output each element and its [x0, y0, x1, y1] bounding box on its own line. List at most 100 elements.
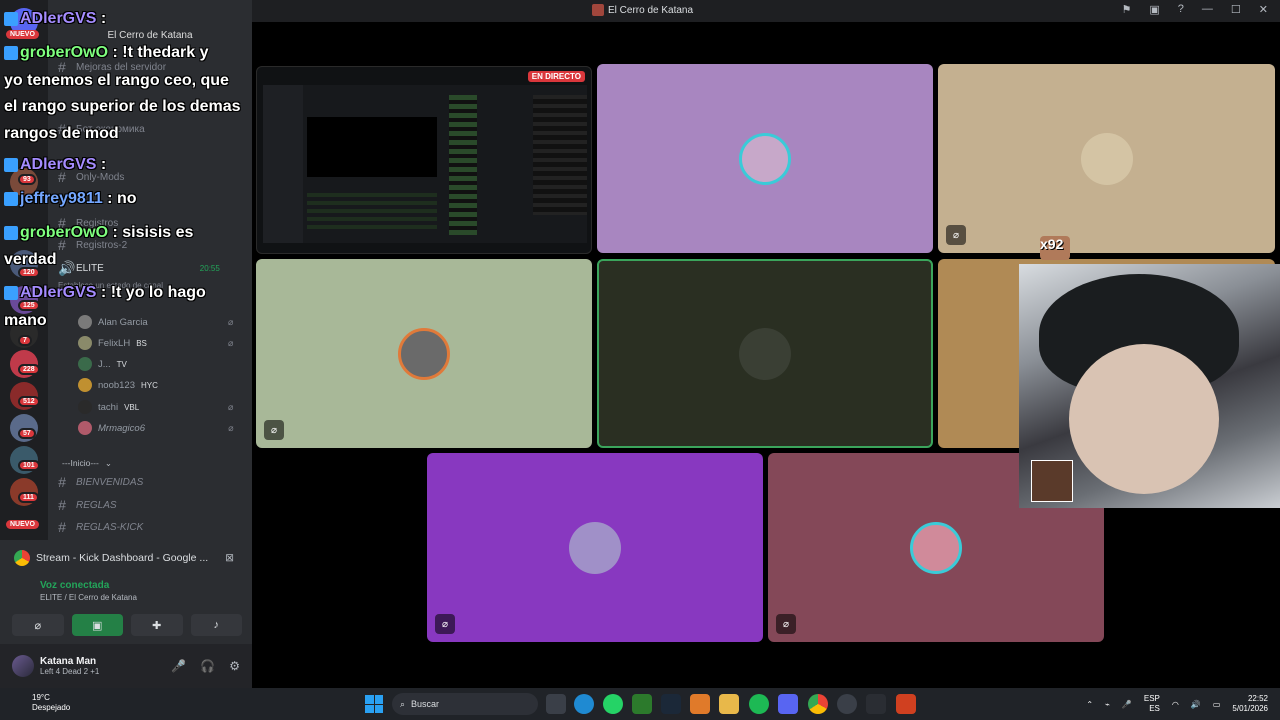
weather-label: Despejado — [32, 703, 71, 712]
voice-member[interactable]: Alan Garcia ⌀ — [78, 313, 233, 331]
hash-icon: # — [58, 519, 66, 535]
stop-stream-icon[interactable]: ⊠ — [225, 552, 234, 564]
steam-icon[interactable] — [661, 694, 681, 714]
channel-item[interactable]: # Only-Mods — [58, 168, 124, 186]
task-view-icon[interactable] — [546, 694, 566, 714]
chrome-icon — [14, 550, 30, 566]
webcam-overlay — [1019, 264, 1280, 508]
battery-icon[interactable]: ▭ — [1213, 700, 1221, 709]
channel-item[interactable]: # Mejoras del servidor — [58, 58, 166, 76]
participant-tile-speaking[interactable] — [597, 259, 933, 448]
hash-icon: # — [58, 121, 66, 137]
unread-badge: 57 — [18, 428, 36, 439]
voice-connected-label[interactable]: Voz conectada — [40, 580, 246, 591]
avatar — [78, 315, 92, 329]
participant-tile[interactable]: ⌀ — [427, 453, 763, 642]
soundboard-button[interactable]: ♪ — [190, 614, 242, 636]
volume-icon[interactable]: 🔊 — [1191, 700, 1201, 709]
username[interactable]: Katana Man — [40, 656, 99, 667]
screen-share-button[interactable]: ▣ — [71, 614, 123, 636]
app-icon[interactable] — [837, 694, 857, 714]
minecraft-icon[interactable] — [632, 694, 652, 714]
close-icon[interactable]: ✕ — [1259, 3, 1268, 16]
stream-panel[interactable]: Stream - Kick Dashboard - Google ... ⊠ — [6, 544, 246, 572]
activities-button[interactable]: ✚ — [131, 614, 183, 636]
voice-member[interactable]: tachi VBL ⌀ — [78, 398, 233, 416]
unread-badge: 125 — [18, 300, 40, 311]
unread-badge: 7 — [18, 335, 32, 346]
channel-item[interactable]: # Бот-экономика — [58, 120, 145, 138]
participant-tile[interactable]: ⌀ — [938, 64, 1275, 253]
avatar — [739, 327, 791, 380]
server-name[interactable]: El Cerro de Katana — [48, 30, 252, 44]
spotify-icon[interactable] — [749, 694, 769, 714]
chevron-up-icon[interactable]: ⌃ — [1086, 700, 1093, 709]
edge-icon[interactable] — [574, 694, 594, 714]
voice-status: Voz conectada ELITE / El Cerro de Katana — [6, 580, 246, 614]
avatar — [78, 421, 92, 435]
monitor-icon[interactable]: ▣ — [1149, 3, 1159, 16]
new-badge: NUEVO — [6, 30, 39, 39]
channel-item[interactable]: # REGLAS-KICK — [58, 518, 143, 536]
discord-icon[interactable] — [778, 694, 798, 714]
hash-icon: # — [58, 215, 66, 231]
headphones-icon[interactable]: 🎧 — [200, 659, 215, 673]
whatsapp-icon[interactable] — [603, 694, 623, 714]
microphone-icon[interactable]: 🎤 — [1122, 700, 1132, 709]
voice-member[interactable]: FelixLH BS ⌀ — [78, 334, 233, 352]
unread-badge: 93 — [18, 174, 36, 185]
channel-item[interactable]: # Registros — [58, 214, 118, 232]
microphone-icon[interactable]: 🎤 — [171, 659, 186, 673]
kick-sidebar — [263, 85, 303, 243]
voice-member[interactable]: J... TV — [78, 355, 127, 373]
app-icon[interactable] — [896, 694, 916, 714]
voice-member[interactable]: Mrmagico6 ⌀ — [78, 419, 233, 437]
language-indicator[interactable]: ESP ES — [1144, 694, 1160, 714]
avatar — [78, 378, 92, 392]
weather-widget[interactable]: 19°C Despejado — [12, 693, 70, 713]
avatar[interactable] — [12, 655, 34, 677]
unread-badge: 101 — [18, 460, 40, 471]
channel-item[interactable]: # REGLAS — [58, 496, 117, 514]
participant-tile[interactable]: ⌀ — [256, 259, 592, 448]
windows-start-icon[interactable] — [365, 695, 383, 713]
mic-muted-icon: ⌀ — [228, 337, 234, 348]
unread-badge: 512 — [18, 396, 40, 407]
chrome-icon[interactable] — [808, 694, 828, 714]
maximize-icon[interactable]: ☐ — [1231, 3, 1241, 16]
emote-multiplier: x92 — [1040, 236, 1064, 252]
member-tag: VBL — [124, 402, 140, 412]
title-bar: El Cerro de Katana ⚑ ▣ ? — ☐ ✕ — [252, 0, 1280, 22]
help-icon[interactable]: ? — [1178, 3, 1184, 16]
participant-tile[interactable] — [597, 64, 933, 253]
channel-status-hint[interactable]: Establece un estado de canal — [58, 276, 163, 294]
member-tag: HYC — [140, 380, 158, 390]
avatar — [569, 521, 621, 574]
wifi-icon[interactable]: ◠ — [1172, 700, 1179, 709]
minimize-icon[interactable]: — — [1202, 3, 1213, 16]
app-icon[interactable] — [866, 694, 886, 714]
file-explorer-icon[interactable] — [719, 694, 739, 714]
screen-share-tile[interactable]: EN DIRECTO — [256, 66, 592, 254]
member-tag: TV — [116, 359, 127, 369]
clock[interactable]: 22:52 5/01/2026 — [1232, 694, 1268, 714]
camera-off-button[interactable]: ⌀ — [12, 614, 64, 636]
live-badge: EN DIRECTO — [527, 71, 585, 82]
unread-badge: 111 — [18, 492, 39, 503]
voice-channel-elite[interactable]: 🔊 ELITE 20:55 — [58, 259, 220, 277]
hash-icon: # — [58, 59, 66, 75]
voice-member[interactable]: noob123 HYC — [78, 376, 158, 394]
network-icon[interactable]: ⌁ — [1105, 700, 1110, 709]
search-box[interactable]: ⌕ Buscar — [392, 693, 538, 715]
voice-location: ELITE / El Cerro de Katana — [40, 593, 137, 602]
category-inicio[interactable]: ---Inicio--- ⌄ — [62, 454, 112, 472]
avatar — [910, 521, 962, 574]
gear-icon[interactable]: ⚙ — [229, 659, 240, 673]
channel-item[interactable]: # Registros-2 — [58, 236, 127, 254]
inbox-icon[interactable]: ⚑ — [1122, 3, 1132, 16]
app-icon[interactable] — [690, 694, 710, 714]
channel-item[interactable]: # BIENVENIDAS — [58, 473, 143, 491]
hash-icon: # — [58, 169, 66, 185]
unread-badge: 228 — [18, 364, 40, 375]
sidebar: 93 120 125 7 228 512 57 101 111 NUEVO NU… — [0, 0, 252, 688]
